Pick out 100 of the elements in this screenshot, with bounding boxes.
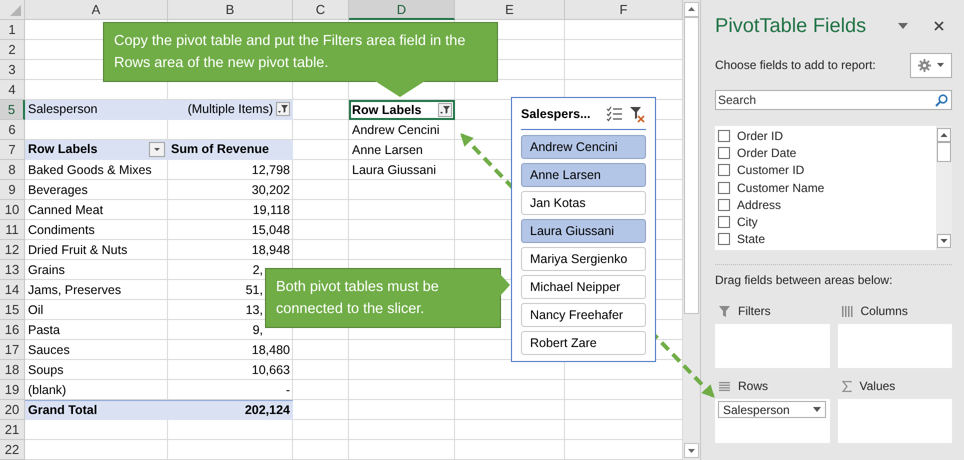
column-header[interactable]: A	[25, 0, 168, 20]
row-header[interactable]: 2	[0, 40, 25, 60]
search-icon[interactable]	[935, 94, 948, 107]
row-header[interactable]: 17	[0, 340, 25, 360]
column-header[interactable]: F	[565, 0, 683, 20]
field-label: City	[737, 215, 758, 230]
cell-text: Jams, Preserves	[28, 282, 122, 296]
caret-icon	[937, 63, 944, 67]
checkbox[interactable]	[718, 146, 730, 159]
filter-button[interactable]	[276, 102, 290, 116]
checkbox[interactable]	[718, 233, 730, 246]
checkbox[interactable]	[718, 216, 730, 228]
slicer-item[interactable]: Jan Kotas	[521, 191, 646, 215]
slicer-item[interactable]: Michael Neipper	[521, 275, 646, 299]
slicer-title: Salespers...	[521, 107, 592, 121]
caret-icon[interactable]	[898, 23, 908, 29]
checkbox[interactable]	[718, 164, 730, 176]
column-header[interactable]: C	[293, 0, 349, 20]
area-label: Rows	[738, 379, 768, 393]
slicer-item[interactable]: Nancy Freehafer	[521, 303, 646, 327]
row-header[interactable]: 16	[0, 320, 25, 340]
slicer-item[interactable]: Robert Zare	[521, 331, 646, 355]
row-header[interactable]: 4	[0, 80, 25, 100]
search-field[interactable]: Search	[715, 90, 952, 110]
area-label: Filters	[738, 304, 771, 318]
area-field[interactable]: Salesperson	[718, 401, 826, 418]
row-header[interactable]: 14	[0, 280, 25, 300]
cell-text: 2,	[252, 262, 263, 276]
pane-subtitle: Choose fields to add to report:	[715, 58, 877, 72]
row-header[interactable]: 6	[0, 120, 25, 140]
cell-text: 12,798	[252, 162, 290, 176]
row-header[interactable]: 3	[0, 60, 25, 80]
area-label: Values	[860, 379, 896, 393]
row-header[interactable]: 13	[0, 260, 25, 280]
column-header[interactable]: B	[168, 0, 293, 20]
row-header[interactable]: 21	[0, 420, 25, 440]
slicer-item[interactable]: Anne Larsen	[521, 163, 646, 187]
areas-hint: Drag fields between areas below:	[715, 273, 894, 287]
vertical-scrollbar[interactable]	[683, 0, 700, 460]
vertical-scrollbar[interactable]	[936, 126, 952, 250]
close-icon[interactable]	[934, 21, 944, 31]
row-header[interactable]: 15	[0, 300, 25, 320]
cell-text: Grains	[28, 262, 65, 276]
cell-text: Sauces	[28, 342, 70, 356]
cell-text: Pasta	[28, 322, 60, 336]
row-header[interactable]: 18	[0, 360, 25, 380]
cell-text: 13,	[246, 302, 263, 316]
pane-title: PivotTable Fields	[715, 14, 868, 38]
cell-text: Canned Meat	[28, 202, 104, 216]
cell-text: Dried Fruit & Nuts	[28, 242, 128, 256]
row-header[interactable]: 19	[0, 380, 25, 400]
cell-text: 30,202	[252, 182, 290, 196]
slicer-item[interactable]: Laura Giussani	[521, 219, 646, 243]
row-header[interactable]: 7	[0, 140, 25, 160]
cell-text: 15,048	[252, 222, 290, 236]
triangle-icon	[10, 5, 21, 16]
cell-text: Condiments	[28, 222, 95, 236]
settings-button[interactable]	[910, 52, 952, 78]
cell-text: Baked Goods & Mixes	[28, 162, 152, 176]
callout-text: Copy the pivot table and put the Filters area field in the Rows area of the new pivot table.	[114, 32, 466, 73]
cell-text: (Multiple Items)	[188, 102, 273, 116]
caret-icon	[813, 407, 821, 412]
row-header[interactable]: 22	[0, 440, 25, 460]
cell-text: 51,	[246, 282, 263, 296]
filter-button[interactable]	[438, 102, 452, 116]
field-label: Customer ID	[737, 163, 804, 178]
field-label: Order ID	[737, 128, 784, 143]
clear-filter-icon[interactable]	[629, 106, 646, 122]
drop-area[interactable]: Salesperson	[715, 399, 830, 443]
checkbox[interactable]	[718, 198, 730, 211]
column-header[interactable]: E	[455, 0, 565, 20]
cell-text: Grand Total	[28, 402, 98, 416]
row-header[interactable]: 9	[0, 180, 25, 200]
row-header[interactable]: 10	[0, 200, 25, 220]
slicer-item[interactable]: Mariya Sergienko	[521, 247, 646, 271]
checkbox[interactable]	[718, 182, 730, 194]
row-header[interactable]: 8	[0, 160, 25, 180]
cell-text: Andrew Cencini	[352, 122, 440, 136]
callout-text: Both pivot tables must be connected to the slicer.	[276, 278, 440, 319]
dropdown-button[interactable]	[149, 142, 165, 156]
column-header[interactable]: D	[349, 0, 455, 20]
cell-text: 9,	[252, 322, 263, 336]
columns-icon	[842, 306, 852, 316]
cell-text: Oil	[28, 302, 44, 316]
multi-select-icon[interactable]	[606, 106, 623, 122]
checkbox[interactable]	[718, 130, 730, 142]
row-header[interactable]: 20	[0, 400, 25, 420]
row-header[interactable]: 1	[0, 20, 25, 40]
cell-text: Row Labels	[352, 102, 422, 116]
row-header[interactable]: 11	[0, 220, 25, 240]
cell-text: Row Labels	[28, 142, 98, 156]
field-label: Order Date	[737, 146, 796, 160]
row-header[interactable]: 12	[0, 240, 25, 260]
field-label: Customer Name	[737, 180, 824, 195]
row-header[interactable]: 5	[0, 100, 25, 120]
cell-text: 18,948	[252, 242, 290, 256]
slicer-item[interactable]: Andrew Cencini	[521, 135, 646, 159]
cell-text: Beverages	[28, 182, 88, 196]
selected-cell[interactable]: Row Labels	[349, 100, 455, 120]
sigma-icon	[842, 380, 852, 392]
